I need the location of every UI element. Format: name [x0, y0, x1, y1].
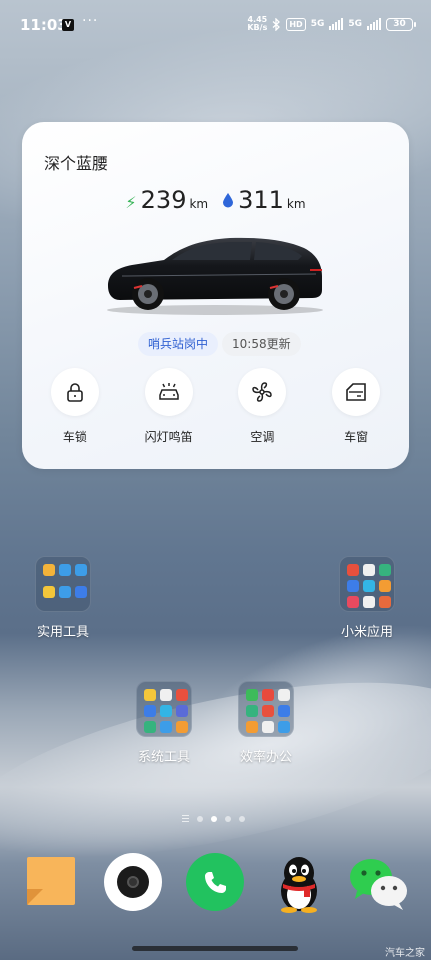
- electric-range: ⚡ 239 km: [125, 186, 209, 214]
- notes-app[interactable]: [25, 853, 83, 911]
- folder-productivity[interactable]: 效率办公: [218, 681, 314, 765]
- gesture-bar[interactable]: [132, 946, 298, 951]
- hd-voice-badge: HD: [286, 17, 306, 31]
- sim1-network-label: 5G: [310, 19, 325, 29]
- lightning-icon: ⚡: [125, 193, 137, 212]
- car-horn-icon: [144, 368, 193, 416]
- notification-app-icon: V: [62, 19, 74, 31]
- folder-icon: [136, 681, 192, 737]
- wechat-app[interactable]: [347, 853, 411, 911]
- air-conditioning-button[interactable]: 空调: [222, 368, 302, 445]
- qq-icon: [281, 857, 317, 913]
- wechat-icon: [350, 859, 407, 910]
- sentry-mode-badge[interactable]: 哨兵站岗中: [138, 332, 219, 356]
- sim2-network-label: 5G: [348, 19, 362, 29]
- phone-icon: [186, 853, 244, 911]
- folder-icon: [35, 556, 91, 612]
- status-time: 11:03: [20, 16, 68, 34]
- update-time-badge: 10:58更新: [222, 332, 301, 356]
- qq-app[interactable]: [270, 853, 328, 913]
- camera-app[interactable]: [104, 853, 162, 911]
- page-dot: [239, 815, 245, 822]
- minus-one-screen-icon: [182, 815, 189, 822]
- car-actions: 车锁 闪灯鸣笛 空调 车窗: [22, 368, 409, 445]
- folder-xiaomi-apps[interactable]: 小米应用: [319, 556, 415, 640]
- signal-strength-icon: [367, 18, 381, 30]
- car-image: [107, 237, 323, 315]
- signal-strength-icon: [329, 18, 344, 30]
- flash-horn-button[interactable]: 闪灯鸣笛: [129, 368, 209, 445]
- status-indicators: 4.45 KB/s HD 5G 5G 30: [247, 15, 416, 32]
- folder-icon: [238, 681, 294, 737]
- fuel-drop-icon: [223, 193, 234, 208]
- page-dot: [225, 815, 231, 822]
- page-dot-active: [211, 815, 217, 822]
- range-display: ⚡ 239 km 311 km: [22, 186, 409, 214]
- folder-system-tools[interactable]: 系统工具: [116, 681, 212, 765]
- folder-utilities[interactable]: 实用工具: [15, 556, 111, 640]
- car-window-icon: [332, 368, 381, 416]
- lock-button[interactable]: 车锁: [35, 368, 115, 445]
- phone-app[interactable]: [186, 853, 244, 911]
- page-indicator[interactable]: [182, 815, 245, 822]
- window-button[interactable]: 车窗: [316, 368, 396, 445]
- page-dot: [197, 815, 203, 822]
- watermark: 汽车之家: [385, 948, 425, 959]
- battery-icon: 30: [386, 17, 416, 31]
- camera-icon: [104, 853, 162, 911]
- more-notifications-icon: ···: [82, 13, 99, 29]
- lock-icon: [50, 368, 99, 416]
- folder-icon: [339, 556, 395, 612]
- status-bar: 11:03 V ··· 4.45 KB/s HD 5G 5G 30: [0, 0, 431, 50]
- bluetooth-icon: [272, 17, 281, 31]
- fuel-range: 311 km: [222, 186, 306, 214]
- car-name: 深个蓝腰: [44, 154, 109, 173]
- network-speed: 4.45 KB/s: [247, 15, 268, 32]
- fan-icon: [238, 368, 287, 416]
- car-widget[interactable]: 深个蓝腰 ⚡ 239 km 311 km 哨兵站岗中 10:58更新 车锁 闪灯…: [22, 122, 409, 469]
